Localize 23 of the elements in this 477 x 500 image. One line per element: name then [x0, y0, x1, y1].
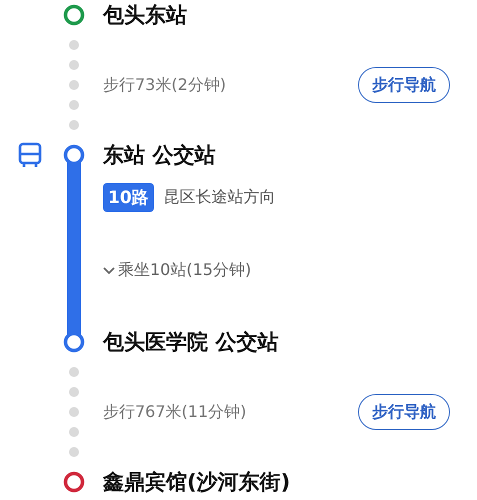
- walk-navigation-button[interactable]: 步行导航: [358, 67, 450, 103]
- path-dot: [69, 407, 79, 417]
- chevron-icon: [103, 266, 115, 274]
- ride-stops-toggle[interactable]: 乘坐10站(15分钟): [103, 260, 252, 281]
- path-dot: [69, 367, 79, 377]
- walk-summary: 步行73米(2分钟): [103, 74, 228, 96]
- path-dot: [69, 80, 79, 90]
- station-name: 包头医学院 公交站: [103, 329, 278, 356]
- bus-icon: [17, 142, 43, 168]
- path-dot: [69, 447, 79, 457]
- path-dot: [69, 120, 79, 130]
- path-dot: [69, 60, 79, 70]
- station-name: 包头东站: [103, 2, 187, 29]
- walk-navigation-button[interactable]: 步行导航: [358, 394, 450, 430]
- path-dot: [69, 40, 79, 50]
- station-name: 东站 公交站: [103, 142, 216, 169]
- walk-summary: 步行767米(11分钟): [103, 402, 248, 422]
- path-dot: [69, 387, 79, 397]
- route-direction: 昆区长途站方向: [164, 187, 276, 208]
- route-badge: 10路: [103, 183, 154, 212]
- path-dot: [69, 100, 79, 110]
- station-name: 鑫鼎宾馆(沙河东街): [103, 469, 290, 496]
- path-dot: [69, 427, 79, 437]
